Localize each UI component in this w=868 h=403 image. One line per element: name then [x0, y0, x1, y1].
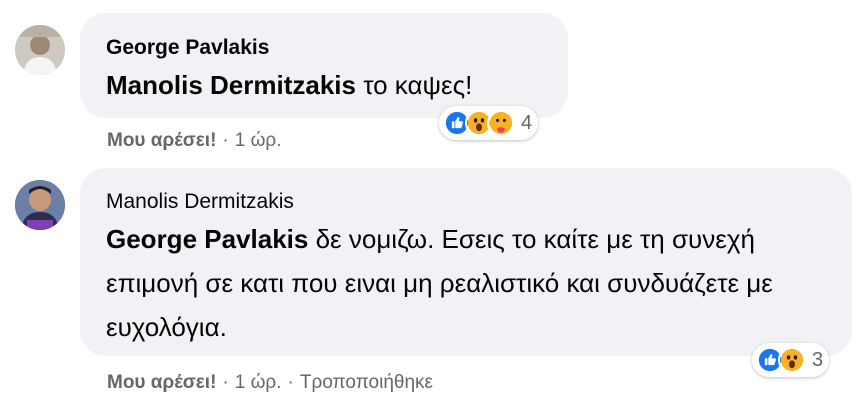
mention-link[interactable]: Manolis Dermitzakis [106, 70, 356, 100]
mention-link[interactable]: George Pavlakis [106, 224, 308, 254]
timestamp[interactable]: 1 ώρ. [235, 130, 282, 151]
like-button[interactable]: Μου αρέσει! [107, 130, 216, 151]
separator-dot: · [222, 130, 229, 151]
edited-label[interactable]: Τροποποιήθηκε [300, 372, 433, 393]
comment-text: Manolis Dermitzakis το καψες! [106, 63, 472, 107]
comment-author[interactable]: Manolis Dermitzakis [106, 190, 294, 214]
comment-body: το καψες! [355, 70, 473, 100]
separator-dot: · [222, 372, 229, 393]
profile-photo-icon [15, 25, 65, 75]
timestamp[interactable]: 1 ώρ. [235, 372, 282, 393]
comment-author[interactable]: George Pavlakis [106, 36, 269, 60]
avatar-manolis[interactable] [15, 180, 65, 230]
like-button[interactable]: Μου αρέσει! [107, 372, 216, 393]
reaction-summary[interactable]: 3 [752, 343, 830, 377]
reaction-summary[interactable]: 4 [439, 106, 539, 140]
profile-photo-icon [15, 180, 65, 230]
reaction-count: 3 [812, 348, 824, 371]
comment-actions: Μου αρέσει! · 1 ώρ. [107, 130, 282, 152]
reaction-count: 4 [521, 111, 533, 134]
separator-dot: · [287, 372, 294, 393]
comment-actions: Μου αρέσει! · 1 ώρ. · Τροποποιήθηκε [107, 372, 433, 394]
comment-text: George Pavlakis δε νομιζω. Εσεις το καίτ… [106, 217, 806, 349]
avatar-george[interactable] [15, 25, 65, 75]
wow-icon [778, 346, 806, 374]
care-icon [487, 109, 515, 137]
